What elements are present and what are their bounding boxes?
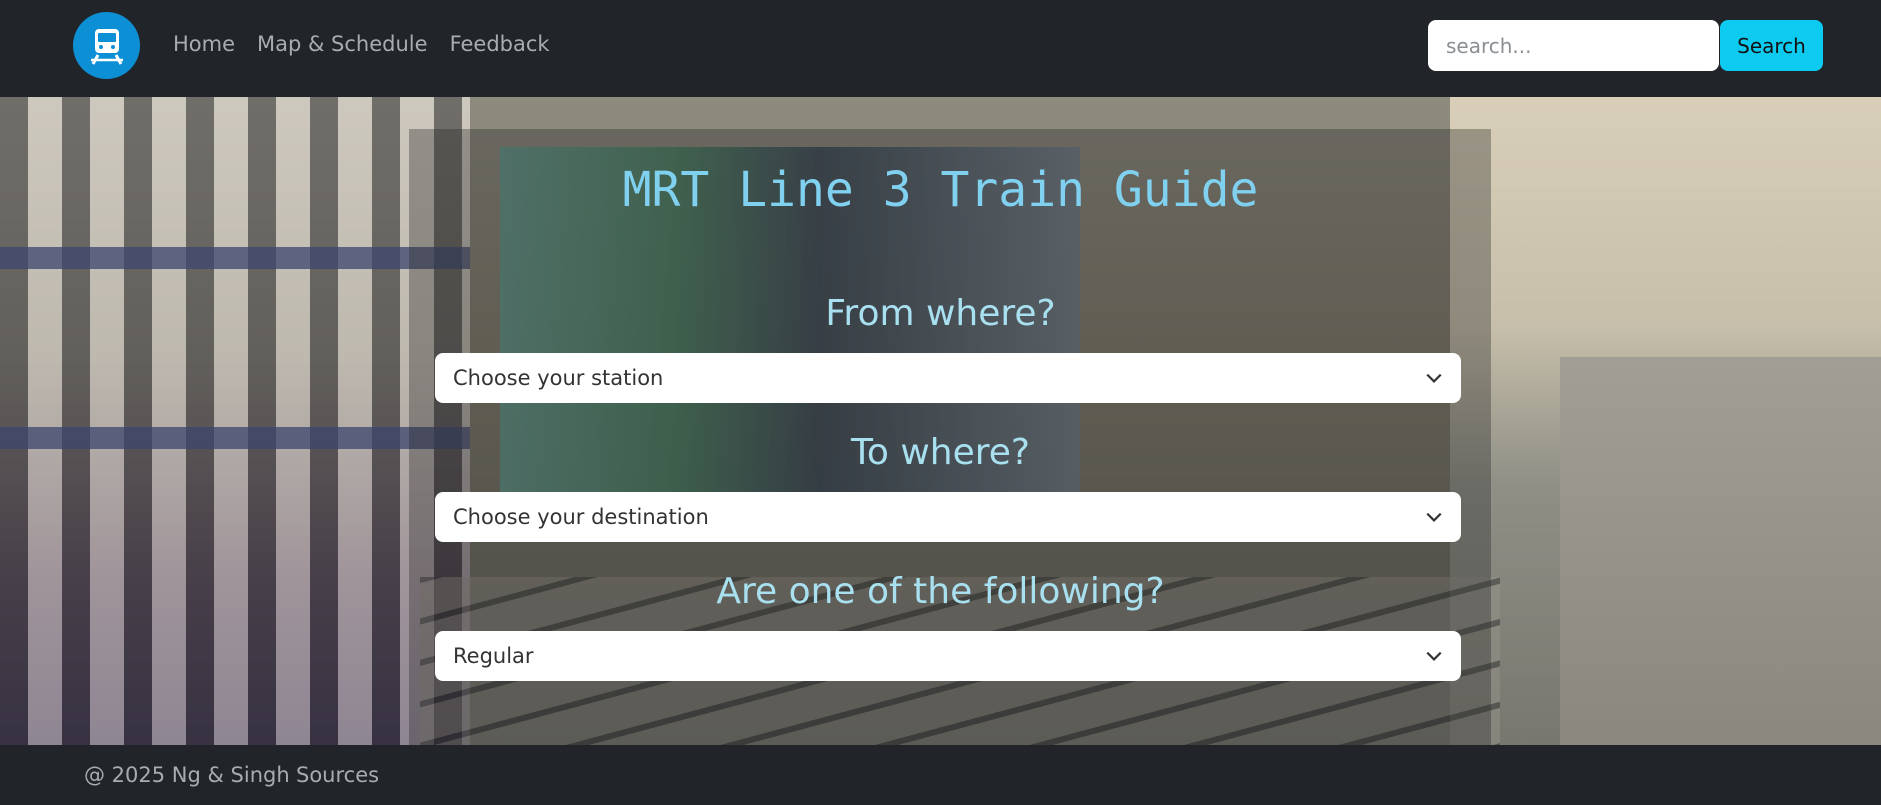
chevron-down-icon	[1426, 373, 1442, 383]
to-station-value: Choose your destination	[453, 505, 709, 529]
nav-link-home[interactable]: Home	[173, 32, 235, 56]
building-band	[0, 247, 470, 269]
to-label: To where?	[850, 432, 1030, 473]
to-station-select[interactable]: Choose your destination	[435, 492, 1461, 542]
from-station-value: Choose your station	[453, 366, 664, 390]
footer: @ 2025 Ng & Singh Sources	[0, 745, 1881, 805]
passenger-type-label: Are one of the following?	[716, 571, 1165, 612]
chevron-down-icon	[1426, 651, 1442, 661]
nav-links: Home Map & Schedule Feedback	[173, 0, 572, 88]
page-title: MRT Line 3 Train Guide	[622, 162, 1259, 218]
from-station-select[interactable]: Choose your station	[435, 353, 1461, 403]
nav-link-feedback[interactable]: Feedback	[450, 32, 550, 56]
passenger-type-value: Regular	[453, 644, 534, 668]
chevron-down-icon	[1426, 512, 1442, 522]
passenger-type-select[interactable]: Regular	[435, 631, 1461, 681]
search-button[interactable]: Search	[1720, 20, 1823, 71]
nav-link-map-schedule[interactable]: Map & Schedule	[257, 32, 428, 56]
footer-copyright: @ 2025 Ng & Singh	[84, 763, 290, 787]
navbar: Home Map & Schedule Feedback Search	[0, 0, 1881, 97]
from-label: From where?	[825, 293, 1056, 334]
search-input[interactable]	[1428, 20, 1719, 71]
train-icon[interactable]	[73, 12, 140, 79]
road	[1560, 357, 1881, 745]
footer-sources-link[interactable]: Sources	[296, 763, 379, 787]
